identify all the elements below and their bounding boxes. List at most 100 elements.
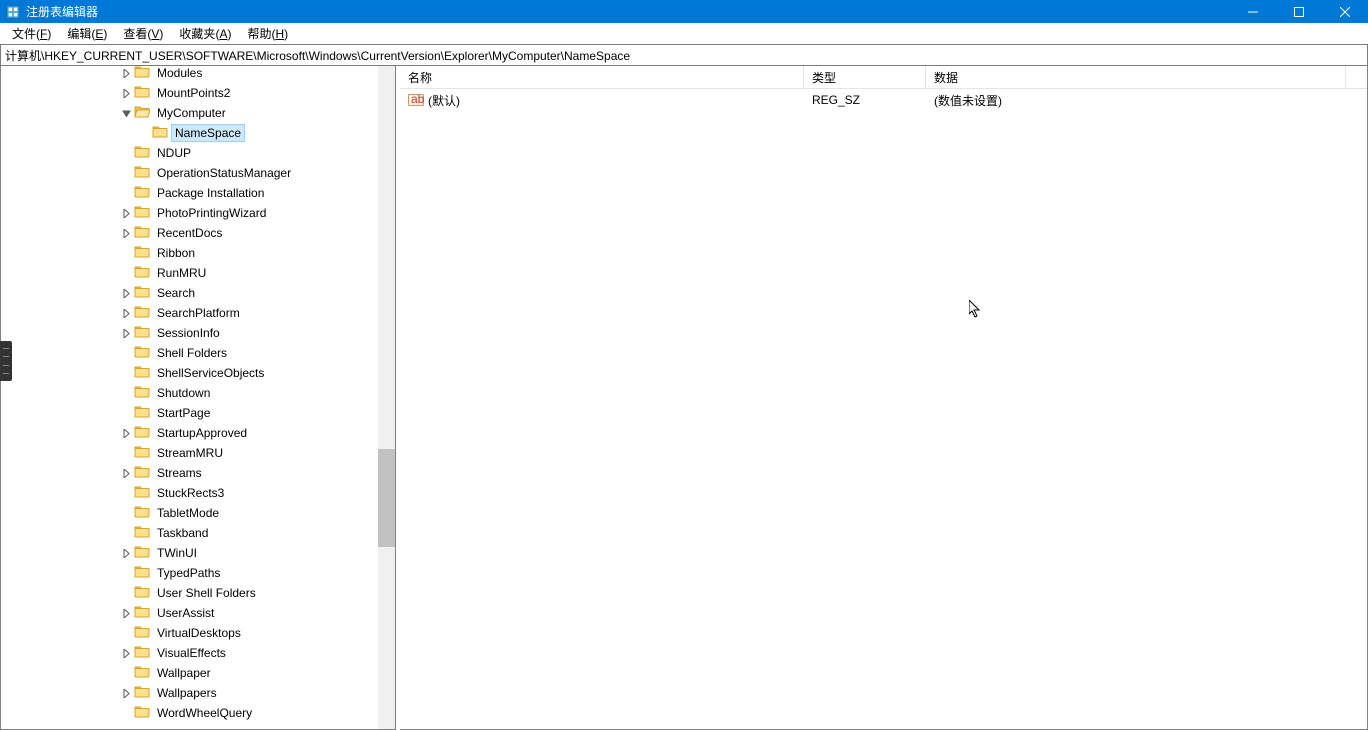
minimize-button[interactable] [1230, 0, 1276, 23]
folder-icon [134, 164, 154, 183]
tree-expander-icon[interactable] [119, 86, 134, 101]
tree-item[interactable]: StuckRects3 [1, 483, 395, 503]
tree-item[interactable]: NameSpace [1, 123, 395, 143]
tree-item[interactable]: VirtualDesktops [1, 623, 395, 643]
tree-item[interactable]: WordWheelQuery [1, 703, 395, 723]
tree-item-label: StartPage [154, 405, 213, 421]
value-list[interactable]: (默认)REG_SZ(数值未设置) [400, 89, 1367, 109]
column-header-type[interactable]: 类型 [804, 66, 926, 89]
tree-expander-icon[interactable] [119, 66, 134, 81]
folder-icon [134, 564, 154, 583]
tree-item-label: UserAssist [154, 605, 217, 621]
tree-item[interactable]: Taskband [1, 523, 395, 543]
tree-item-label: TWinUI [154, 545, 200, 561]
window-title: 注册表编辑器 [26, 3, 1230, 20]
tree-item[interactable]: StartupApproved [1, 423, 395, 443]
tree-item-label: Shell Folders [154, 345, 230, 361]
tree-item[interactable]: PhotoPrintingWizard [1, 203, 395, 223]
tree-item[interactable]: Wallpaper [1, 663, 395, 683]
tree-expander-icon[interactable] [119, 286, 134, 301]
tree-item-label: Wallpapers [154, 685, 220, 701]
folder-icon [134, 344, 154, 363]
title-bar: 注册表编辑器 [0, 0, 1368, 23]
tree-item[interactable]: SessionInfo [1, 323, 395, 343]
menu-favorites[interactable]: 收藏夹(A) [171, 23, 239, 44]
menu-help[interactable]: 帮助(H) [239, 23, 296, 44]
tree-item-label: Package Installation [154, 185, 267, 201]
tree-item[interactable]: Search [1, 283, 395, 303]
tree-item[interactable]: RunMRU [1, 263, 395, 283]
tree-expander-icon[interactable] [119, 546, 134, 561]
tree-item[interactable]: ShellServiceObjects [1, 363, 395, 383]
folder-icon [134, 364, 154, 383]
tree-item-label: PhotoPrintingWizard [154, 205, 269, 221]
tree-item-label: OperationStatusManager [154, 165, 294, 181]
tree-item-label: WordWheelQuery [154, 705, 255, 721]
tree-item[interactable]: TypedPaths [1, 563, 395, 583]
tree-item[interactable]: Shell Folders [1, 343, 395, 363]
column-header-name[interactable]: 名称 [400, 66, 804, 89]
tree-leaf-indicator [119, 446, 134, 461]
tree-leaf-indicator [119, 406, 134, 421]
tree-expander-icon[interactable] [119, 646, 134, 661]
value-list-pane: 名称 类型 数据 (默认)REG_SZ(数值未设置) [400, 66, 1368, 730]
tree-item-label: TabletMode [154, 505, 222, 521]
scrollbar-thumb[interactable] [378, 449, 395, 547]
tree-item[interactable]: TabletMode [1, 503, 395, 523]
folder-icon [134, 304, 154, 323]
tree-item[interactable]: Streams [1, 463, 395, 483]
tree-item[interactable]: Package Installation [1, 183, 395, 203]
tree-expander-icon[interactable] [119, 306, 134, 321]
registry-tree[interactable]: ModulesMountPoints2MyComputer NameSpace ND… [1, 66, 395, 723]
address-bar[interactable]: 计算机\HKEY_CURRENT_USER\SOFTWARE\Microsoft… [0, 44, 1368, 66]
tree-leaf-indicator [137, 126, 152, 141]
tree-item[interactable]: VisualEffects [1, 643, 395, 663]
tree-expander-icon[interactable] [119, 206, 134, 221]
tree-expander-icon[interactable] [119, 226, 134, 241]
tree-expander-icon[interactable] [119, 326, 134, 341]
tree-item[interactable]: UserAssist [1, 603, 395, 623]
menu-edit[interactable]: 编辑(E) [59, 23, 115, 44]
column-header-data[interactable]: 数据 [926, 66, 1346, 89]
folder-icon [134, 66, 154, 83]
tree-item[interactable]: Wallpapers [1, 683, 395, 703]
tree-leaf-indicator [119, 146, 134, 161]
tree-item[interactable]: MountPoints2 [1, 83, 395, 103]
tree-item[interactable]: SearchPlatform [1, 303, 395, 323]
tree-leaf-indicator [119, 566, 134, 581]
tree-leaf-indicator [119, 166, 134, 181]
folder-icon [134, 544, 154, 563]
tree-expander-icon[interactable] [119, 106, 134, 121]
tree-expander-icon[interactable] [119, 686, 134, 701]
tree-item-label: NameSpace [172, 125, 244, 141]
menu-file[interactable]: 文件(F) [4, 23, 59, 44]
folder-icon [134, 184, 154, 203]
tree-expander-icon[interactable] [119, 426, 134, 441]
tree-scrollbar[interactable] [378, 66, 395, 729]
tree-item[interactable]: NDUP [1, 143, 395, 163]
folder-icon [134, 504, 154, 523]
tree-item[interactable]: OperationStatusManager [1, 163, 395, 183]
folder-icon [134, 624, 154, 643]
maximize-button[interactable] [1276, 0, 1322, 23]
folder-icon [134, 384, 154, 403]
tree-leaf-indicator [119, 586, 134, 601]
tree-item[interactable]: StreamMRU [1, 443, 395, 463]
tree-item-label: User Shell Folders [154, 585, 259, 601]
tree-expander-icon[interactable] [119, 606, 134, 621]
tree-item[interactable]: StartPage [1, 403, 395, 423]
close-button[interactable] [1322, 0, 1368, 23]
tree-item[interactable]: Shutdown [1, 383, 395, 403]
tree-item[interactable]: RecentDocs [1, 223, 395, 243]
tree-item[interactable]: MyComputer [1, 103, 395, 123]
tree-leaf-indicator [119, 706, 134, 721]
edge-widget[interactable] [0, 341, 12, 381]
menu-view[interactable]: 查看(V) [115, 23, 171, 44]
tree-item[interactable]: Modules [1, 66, 395, 83]
tree-item[interactable]: User Shell Folders [1, 583, 395, 603]
tree-item[interactable]: Ribbon [1, 243, 395, 263]
value-row[interactable]: (默认)REG_SZ(数值未设置) [400, 91, 1367, 109]
tree-item[interactable]: TWinUI [1, 543, 395, 563]
tree-expander-icon[interactable] [119, 466, 134, 481]
folder-icon [134, 684, 154, 703]
